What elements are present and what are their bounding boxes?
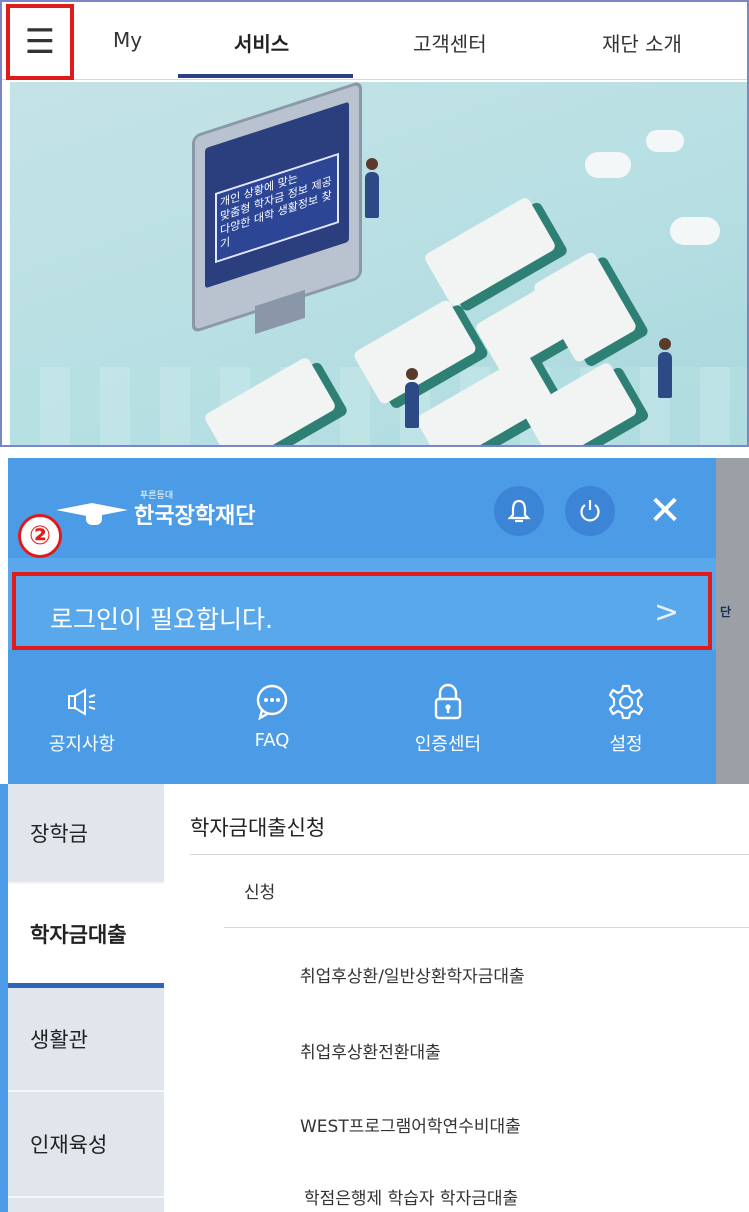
hamburger-icon: ☰ <box>24 22 56 62</box>
megaphone-icon <box>68 688 96 716</box>
notification-button[interactable] <box>494 486 544 536</box>
quick-menu-settings[interactable]: 설정 <box>566 678 686 756</box>
nav-customer-center[interactable]: 고객센터 <box>413 28 487 57</box>
smart-loan-banner[interactable]: 개인 상황에 맞는 맞춤형 학자금 정보 제공 다양한 대학 생활정보 찾기 <box>10 82 747 445</box>
hamburger-menu-button[interactable]: ☰ <box>6 4 74 80</box>
quick-menu-notice[interactable]: 공지사항 <box>22 678 142 756</box>
category-side-nav: 장학금 학자금대출 생활관 인재육성 <box>8 784 164 1212</box>
top-screenshot: ☰ My 서비스 고객센터 재단 소개 개인 상황에 맞는 맞춤형 학자금 정보… <box>0 0 749 447</box>
gear-icon <box>608 684 644 720</box>
side-item-talent-development[interactable]: 인재육성 <box>8 1092 164 1198</box>
graduation-cap-icon <box>56 497 128 525</box>
chat-bubble-icon <box>256 684 288 721</box>
peek-text: 단 <box>720 605 732 619</box>
power-icon <box>580 500 600 522</box>
monitor-illustration: 개인 상황에 맞는 맞춤형 학자금 정보 제공 다양한 대학 생활정보 찾기 <box>192 82 362 335</box>
page-behind-overlay: 단 <box>716 458 749 784</box>
submenu-content: 학자금대출신청 신청 취업후상환/일반상환학자금대출 취업후상환전환대출 WES… <box>164 784 749 1212</box>
logo-subtitle: 푸른등대 <box>140 491 174 501</box>
submenu-link[interactable]: 취업후상환전환대출 <box>300 1038 441 1063</box>
close-icon: ✕ <box>648 488 682 534</box>
chevron-right-icon: > <box>654 595 680 630</box>
cloud-icon <box>646 130 684 152</box>
submenu-link[interactable]: 학점은행제 학습자 학자금대출 <box>304 1184 518 1209</box>
nav-my[interactable]: My <box>113 28 142 52</box>
logout-power-button[interactable] <box>565 486 615 536</box>
person-illustration <box>658 338 672 398</box>
close-menu-button[interactable]: ✕ <box>642 488 688 534</box>
kosaf-logo[interactable]: 푸른등대 한국장학재단 <box>56 491 256 530</box>
top-navigation-bar: ☰ My 서비스 고객센터 재단 소개 <box>2 2 747 80</box>
quick-menu-faq[interactable]: FAQ <box>212 678 332 751</box>
monitor-caption: 개인 상황에 맞는 맞춤형 학자금 정보 제공 다양한 대학 생활정보 찾기 <box>215 152 339 264</box>
nav-foundation-intro[interactable]: 재단 소개 <box>602 28 682 57</box>
bottom-screenshot: 단 푸른등대 한국장학재단 ✕ ② 로그인이 필요합니다. > 공지사항 FAQ… <box>0 458 749 1212</box>
quick-menu-auth-center[interactable]: 인증센터 <box>388 678 508 756</box>
logo-name: 한국장학재단 <box>134 504 256 529</box>
side-item-dormitory[interactable]: 생활관 <box>8 988 164 1092</box>
submenu-link[interactable]: 취업후상환/일반상환학자금대출 <box>300 962 525 987</box>
cloud-icon <box>585 152 631 178</box>
side-item-scholarship[interactable]: 장학금 <box>8 784 164 884</box>
divider <box>224 927 749 928</box>
nav-services[interactable]: 서비스 <box>234 28 289 57</box>
person-illustration <box>365 158 379 218</box>
submenu-title[interactable]: 학자금대출신청 <box>190 812 325 842</box>
submenu-section-apply[interactable]: 신청 <box>244 878 275 903</box>
step-marker: ② <box>18 514 62 558</box>
side-item-student-loan[interactable]: 학자금대출 <box>8 884 164 988</box>
active-tab-indicator <box>178 74 353 78</box>
submenu-link[interactable]: WEST프로그램어학연수비대출 <box>300 1112 521 1137</box>
person-illustration <box>405 368 419 428</box>
lock-icon <box>434 683 462 720</box>
divider <box>190 854 749 855</box>
cloud-icon <box>670 217 720 245</box>
login-required-text[interactable]: 로그인이 필요합니다. <box>50 600 273 636</box>
bell-icon <box>507 499 531 523</box>
